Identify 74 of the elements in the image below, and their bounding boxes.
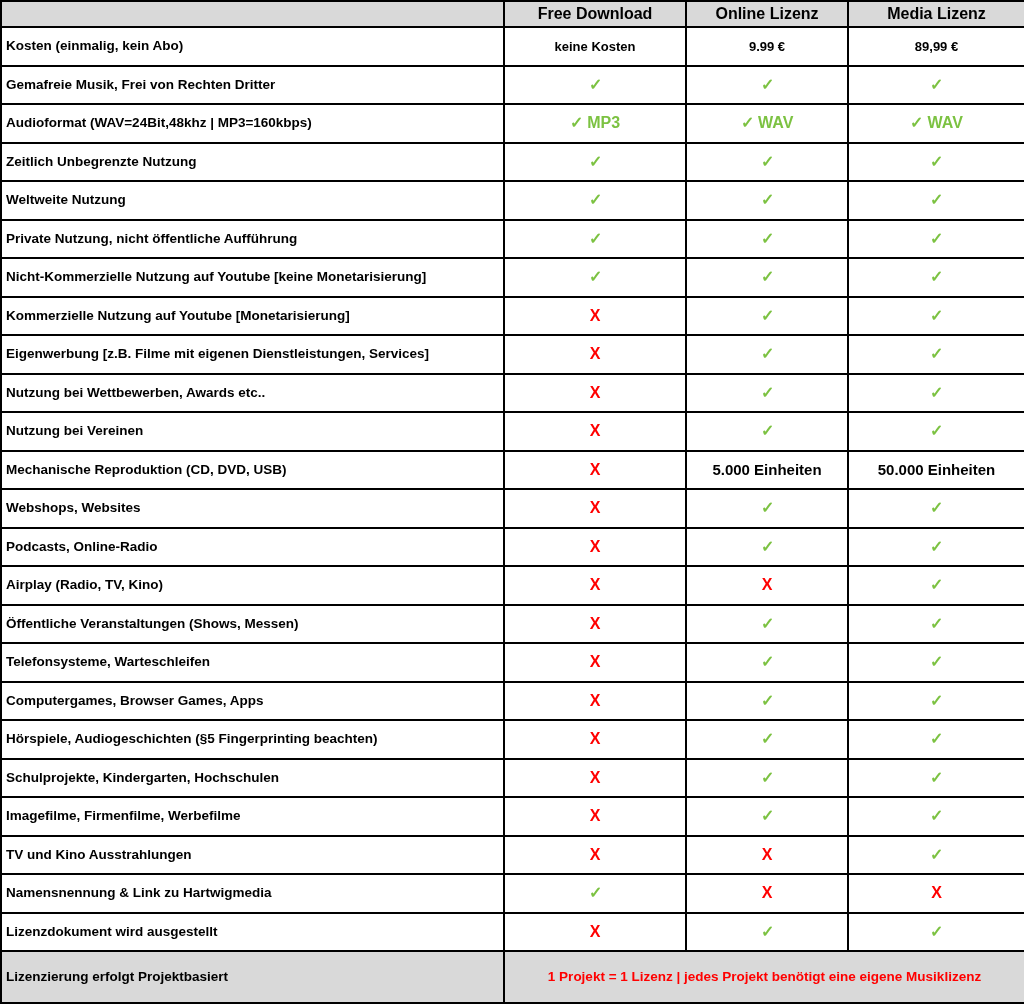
row-label: Computergames, Browser Games, Apps [1, 681, 504, 720]
cross-mark: X [504, 489, 686, 528]
units-text: 5.000 Einheiten [686, 450, 848, 489]
cross-mark: X [504, 566, 686, 605]
check-mark: ✓ [686, 489, 848, 528]
check-mark: ✓ [686, 181, 848, 220]
cross-mark: X [504, 527, 686, 566]
cross-mark: X [504, 335, 686, 374]
row-label: Mechanische Reproduktion (CD, DVD, USB) [1, 450, 504, 489]
row-label: Nutzung bei Wettbewerben, Awards etc.. [1, 373, 504, 412]
check-mark: ✓ MP3 [504, 104, 686, 143]
cross-mark: X [504, 450, 686, 489]
check-mark: ✓ [686, 373, 848, 412]
check-mark: ✓ [686, 142, 848, 181]
cross-mark: X [686, 874, 848, 913]
check-mark: ✓ [686, 335, 848, 374]
row-label: Eigenwerbung [z.B. Filme mit eigenen Dienstleistungen, Services] [1, 335, 504, 374]
footer-label: Lizenzierung erfolgt Projektbasiert [1, 951, 504, 1003]
price-text: 9.99 € [686, 27, 848, 66]
check-mark: ✓ [686, 681, 848, 720]
row-label: Hörspiele, Audiogeschichten (§5 Fingerprinting beachten) [1, 720, 504, 759]
check-mark: ✓ [504, 181, 686, 220]
cross-mark: X [504, 835, 686, 874]
cross-mark: X [504, 296, 686, 335]
check-mark: ✓ [686, 643, 848, 682]
row-label: Gemafreie Musik, Frei von Rechten Dritter [1, 65, 504, 104]
row-label: Audioformat (WAV=24Bit,48khz | MP3=160kbps) [1, 104, 504, 143]
row-label: Zeitlich Unbegrenzte Nutzung [1, 142, 504, 181]
price-text: keine Kosten [504, 27, 686, 66]
row-label: Namensnennung & Link zu Hartwigmedia [1, 874, 504, 913]
check-mark: ✓ [686, 219, 848, 258]
row-label: Webshops, Websites [1, 489, 504, 528]
cross-mark: X [504, 643, 686, 682]
footer-note: 1 Projekt = 1 Lizenz | jedes Projekt benötigt eine eigene Musiklizenz [504, 951, 1024, 1003]
check-mark: ✓ [686, 412, 848, 451]
check-mark: ✓ [504, 65, 686, 104]
check-mark: ✓ [504, 142, 686, 181]
cross-mark: X [504, 681, 686, 720]
row-label: Weltweite Nutzung [1, 181, 504, 220]
row-label: Nicht-Kommerzielle Nutzung auf Youtube [keine Monetarisierung] [1, 258, 504, 297]
check-mark: ✓ [504, 258, 686, 297]
row-label: Imagefilme, Firmenfilme, Werbefilme [1, 797, 504, 836]
check-mark: ✓ [686, 527, 848, 566]
check-mark: ✓ [504, 219, 686, 258]
cross-mark: X [686, 566, 848, 605]
cross-mark: X [504, 604, 686, 643]
check-mark: ✓ [686, 758, 848, 797]
cross-mark: X [504, 373, 686, 412]
row-label: Private Nutzung, nicht öffentliche Aufführung [1, 219, 504, 258]
check-mark: ✓ [504, 874, 686, 913]
check-mark: ✓ [686, 797, 848, 836]
check-mark: ✓ [686, 720, 848, 759]
row-label: Podcasts, Online-Radio [1, 527, 504, 566]
row-label: Öffentliche Veranstaltungen (Shows, Messen) [1, 604, 504, 643]
cross-mark: X [504, 412, 686, 451]
column-header: Media Lizenz [848, 1, 1024, 27]
row-label: TV und Kino Ausstrahlungen [1, 835, 504, 874]
check-mark: ✓ [686, 258, 848, 297]
check-mark: ✓ [686, 65, 848, 104]
row-label: Kosten (einmalig, kein Abo) [1, 27, 504, 66]
check-mark: ✓ [686, 604, 848, 643]
row-label: Airplay (Radio, TV, Kino) [1, 566, 504, 605]
cross-mark: X [504, 797, 686, 836]
row-label: Telefonsysteme, Warteschleifen [1, 643, 504, 682]
column-header: Free Download [504, 1, 686, 27]
row-label: Schulprojekte, Kindergarten, Hochschulen [1, 758, 504, 797]
column-header: Online Lizenz [686, 1, 848, 27]
cross-mark: X [504, 758, 686, 797]
row-label: Kommerzielle Nutzung auf Youtube [Monetarisierung] [1, 296, 504, 335]
check-mark: ✓ [686, 296, 848, 335]
row-label: Nutzung bei Vereinen [1, 412, 504, 451]
cross-mark: X [686, 835, 848, 874]
check-mark: ✓ WAV [686, 104, 848, 143]
cross-mark: X [504, 720, 686, 759]
